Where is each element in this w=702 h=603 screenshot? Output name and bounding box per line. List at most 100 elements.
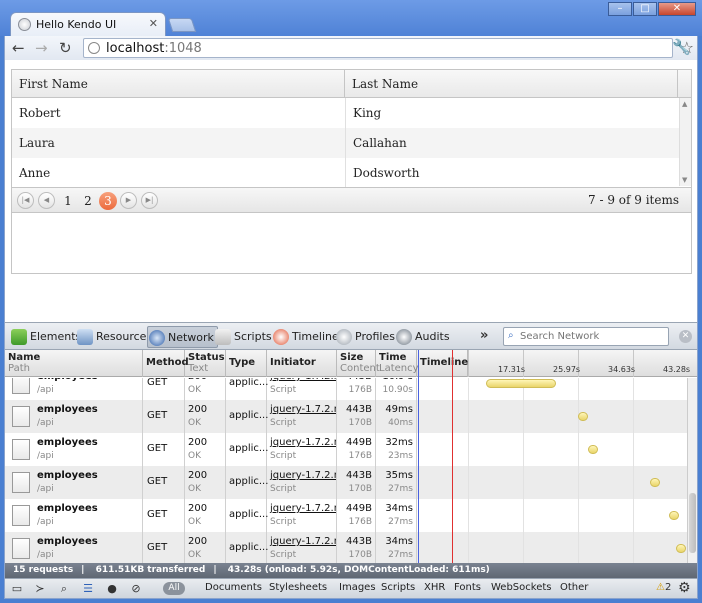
request-method: GET <box>147 378 168 388</box>
request-time-cell: 34ms 27ms <box>376 499 417 532</box>
filter-stylesheets[interactable]: Stylesheets <box>269 582 327 593</box>
network-request-row[interactable]: employees/api GET 200 OK applic...jquery-1.7… <box>5 499 687 532</box>
column-size[interactable]: Size Content <box>337 350 380 377</box>
filter-images[interactable]: Images <box>339 582 376 593</box>
network-request-row[interactable]: employees/api GET 200 OK applic...jquery-1.7… <box>5 433 687 466</box>
tab-resources[interactable]: Resources <box>76 326 152 348</box>
network-request-row[interactable]: employees/api GET 200 OK applic...jquery-1.7… <box>5 466 687 499</box>
timeline-gridline <box>523 466 524 499</box>
request-name[interactable]: employees <box>37 470 98 481</box>
tab-profiles[interactable]: Profiles <box>335 326 395 348</box>
profiles-icon <box>336 329 352 345</box>
search-input[interactable] <box>520 330 665 343</box>
grid-row[interactable]: Anne Dodsworth <box>12 158 679 188</box>
filter-other[interactable]: Other <box>560 582 588 593</box>
filter-scripts[interactable]: Scripts <box>381 582 415 593</box>
column-method[interactable]: Method <box>143 350 189 377</box>
gear-icon[interactable]: ⚙ <box>678 580 691 596</box>
maximize-button[interactable]: □ <box>633 2 657 16</box>
page-1-button[interactable]: 1 <box>59 192 77 210</box>
timeline-bar <box>676 544 687 553</box>
request-initiator-link[interactable]: jquery-1.7.2.min <box>270 378 336 382</box>
filter-documents[interactable]: Documents <box>205 582 262 593</box>
file-icon <box>12 505 30 526</box>
next-page-icon[interactable]: ▶ <box>120 192 137 209</box>
new-tab-button[interactable] <box>167 18 197 32</box>
grid-row[interactable]: Robert King <box>12 98 679 128</box>
request-name[interactable]: employees <box>37 404 98 415</box>
tab-audits[interactable]: Audits <box>395 326 450 348</box>
tab-elements[interactable]: Elements <box>10 326 81 348</box>
close-devtools-icon[interactable]: ✕ <box>679 330 692 343</box>
request-type-cell: applic... <box>226 532 268 563</box>
tab-timeline[interactable]: Timeline <box>272 326 339 348</box>
warning-count[interactable]: ⚠2 <box>656 582 671 593</box>
tab-scripts[interactable]: Scripts <box>214 326 272 348</box>
filter-xhr[interactable]: XHR <box>424 582 445 593</box>
reload-icon[interactable]: ↻ <box>59 39 72 57</box>
request-name[interactable]: employees <box>37 437 98 448</box>
page-2-button[interactable]: 2 <box>79 192 97 210</box>
grid-row[interactable]: Laura Callahan <box>12 128 679 158</box>
tab-network[interactable]: Network <box>147 326 218 348</box>
record-icon[interactable]: ● <box>105 582 119 596</box>
previous-page-icon[interactable]: ◀ <box>38 192 55 209</box>
grid-scrollbar[interactable]: ▲ ▼ <box>679 98 691 186</box>
file-icon <box>12 472 30 493</box>
request-name[interactable]: employees <box>37 378 98 382</box>
scroll-up-icon[interactable]: ▲ <box>682 100 687 108</box>
column-header-last-name[interactable]: Last Name <box>345 70 678 98</box>
transferred-size: 611.51KB transferred <box>95 565 206 575</box>
scroll-down-icon[interactable]: ▼ <box>682 176 687 184</box>
address-bar[interactable]: localhost:1048 ☆ <box>83 38 694 58</box>
column-type[interactable]: Type <box>226 350 267 377</box>
page-content: First Name Last Name Robert King Laura C… <box>4 60 698 322</box>
console-icon[interactable]: ≻ <box>33 582 47 596</box>
dock-icon[interactable]: ▭ <box>10 582 24 596</box>
scrollbar-thumb[interactable] <box>689 493 696 553</box>
filter-all[interactable]: All <box>163 582 185 595</box>
column-status[interactable]: Status Text <box>185 350 226 377</box>
column-initiator[interactable]: Initiator <box>267 350 337 377</box>
audits-icon <box>396 329 412 345</box>
network-request-row[interactable]: employees/api GET 200 OK applic...jquery-1.7… <box>5 378 687 400</box>
column-header-first-name[interactable]: First Name <box>12 70 345 98</box>
request-initiator-link[interactable]: jquery-1.7.2.min <box>270 503 336 514</box>
close-tab-icon[interactable]: ✕ <box>149 17 158 30</box>
timeline-scale: 17.31s 25.97s 34.63s 43.28s <box>468 350 690 377</box>
more-tabs-button[interactable]: » <box>480 328 488 343</box>
last-page-icon[interactable]: ▶| <box>141 192 158 209</box>
network-scrollbar[interactable] <box>687 378 697 563</box>
page-3-button[interactable]: 3 <box>99 192 117 210</box>
column-timeline[interactable]: Timeline <box>417 350 468 377</box>
forward-icon[interactable]: → <box>35 39 48 57</box>
url-text[interactable]: localhost:1048 <box>106 41 202 56</box>
request-initiator-cell: jquery-1.7.2.min Script <box>267 499 337 532</box>
wrench-menu-icon[interactable]: 🔧 <box>672 38 691 56</box>
minimize-button[interactable]: – <box>608 2 632 16</box>
request-initiator-link[interactable]: jquery-1.7.2.min <box>270 404 336 415</box>
back-icon[interactable]: ← <box>12 39 25 57</box>
list-view-icon[interactable]: ☰ <box>81 582 95 596</box>
request-content-size: 176B <box>348 517 372 527</box>
filter-websockets[interactable]: WebSockets <box>491 582 551 593</box>
search-icon[interactable]: ⌕ <box>57 582 71 596</box>
clear-icon[interactable]: ⊘ <box>129 582 143 596</box>
request-name[interactable]: employees <box>37 503 98 514</box>
request-initiator-link[interactable]: jquery-1.7.2.min <box>270 470 336 481</box>
request-status-text: OK <box>188 517 201 527</box>
first-page-icon[interactable]: |◀ <box>17 192 34 209</box>
column-name[interactable]: Name Path <box>5 350 143 377</box>
network-request-row[interactable]: employees/api GET 200 OK applic...jquery-1.7… <box>5 532 687 563</box>
network-search[interactable]: ⌕ <box>503 327 669 346</box>
filter-fonts[interactable]: Fonts <box>454 582 481 593</box>
timeline-bar <box>669 511 680 520</box>
browser-tab[interactable]: Hello Kendo UI ✕ <box>10 12 166 36</box>
request-initiator-link[interactable]: jquery-1.7.2.min <box>270 536 336 547</box>
request-initiator-link[interactable]: jquery-1.7.2.min <box>270 437 336 448</box>
close-window-button[interactable]: ✕ <box>658 2 696 16</box>
request-initiator-type: Script <box>270 418 297 428</box>
request-name[interactable]: employees <box>37 536 98 547</box>
column-time[interactable]: Time Latency <box>376 350 419 377</box>
network-request-row[interactable]: employees/api GET 200 OK applic...jquery-1.7… <box>5 400 687 433</box>
